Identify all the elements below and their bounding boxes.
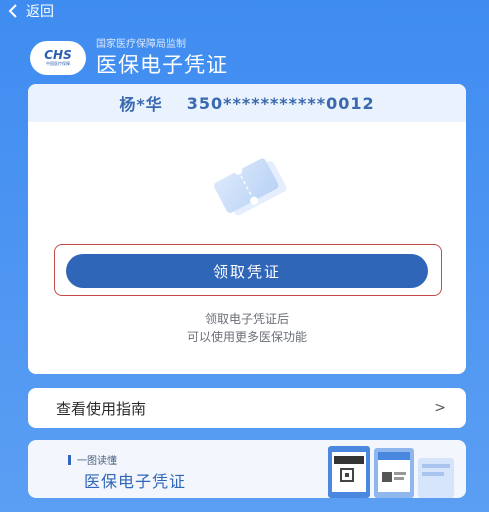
logo-subtext: 中国医疗保障 [46, 61, 70, 66]
top-bar: 返回 [0, 0, 489, 22]
hint-line-2: 可以使用更多医保功能 [186, 330, 307, 344]
supervisor-text: 国家医疗保障局监制 [96, 39, 186, 50]
chevron-right-icon: > [434, 400, 446, 416]
claim-voucher-button[interactable]: 领取凭证 [66, 254, 428, 288]
banner-tag: 一图读懂 [68, 452, 117, 467]
usage-guide-row[interactable]: 查看使用指南 > [28, 388, 466, 428]
intro-banner[interactable]: 一图读懂 医保电子凭证 [28, 440, 466, 498]
id-number: 350***********0012 [186, 93, 375, 113]
chs-logo: CHS 中国医疗保障 [30, 41, 86, 75]
chevron-left-icon[interactable] [8, 4, 22, 18]
page-title: 医保电子凭证 [96, 53, 228, 77]
tag-marker [68, 454, 71, 465]
hint-line-1: 领取电子凭证后 [204, 312, 289, 326]
logo-text: CHS [44, 48, 72, 62]
app-header: CHS 中国医疗保障 国家医疗保障局监制 医保电子凭证 [30, 38, 228, 78]
phone-mockup-icon [328, 446, 454, 498]
user-name: 杨*华 [119, 95, 163, 114]
banner-title: 医保电子凭证 [84, 472, 187, 491]
voucher-card: 杨*华 350***********0012 领取凭证 领取电子凭证后 可以使用… [28, 84, 466, 374]
claim-hint: 领取电子凭证后 可以使用更多医保功能 [28, 310, 466, 346]
back-button[interactable]: 返回 [26, 1, 54, 21]
usage-guide-label: 查看使用指南 [56, 399, 147, 418]
banner-tag-text: 一图读懂 [77, 456, 117, 467]
user-info-bar: 杨*华 350***********0012 [28, 84, 466, 122]
ticket-illustration-icon [214, 158, 287, 216]
